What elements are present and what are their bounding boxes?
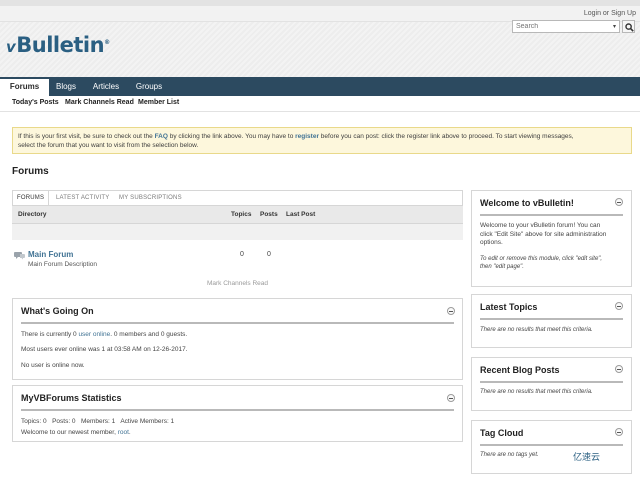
member-list-link[interactable]: Member List [138, 99, 179, 106]
collapse-icon[interactable] [615, 302, 623, 310]
tab-articles[interactable]: Articles [85, 77, 127, 96]
mark-channels-read-button[interactable]: Mark Channels Read [12, 280, 463, 287]
notice-line-2: select the forum that you want to visit … [18, 142, 199, 149]
tab-groups[interactable]: Groups [129, 77, 169, 96]
forum-topics-count: 0 [240, 251, 244, 258]
search-button[interactable] [622, 20, 635, 33]
empty-results-text: There are no results that meet this crit… [480, 389, 593, 395]
block-title: What's Going On [21, 306, 94, 316]
register-link[interactable]: register [295, 133, 319, 140]
notice-line-1: If this is your first visit, be sure to … [18, 133, 574, 140]
tab-my-subscriptions[interactable]: MY SUBSCRIPTIONS [119, 191, 182, 205]
block-title: Latest Topics [480, 302, 538, 312]
forum-description: Main Forum Description [28, 261, 97, 268]
welcome-edit-note: To edit or remove this module, click "ed… [480, 256, 603, 270]
recent-blog-posts-block: Recent Blog Posts There are no results t… [471, 357, 632, 411]
block-title: Welcome to vBulletin! [480, 198, 574, 208]
no-user-online-text: No user is online now. [21, 362, 85, 369]
column-posts: Posts [260, 211, 278, 218]
first-visit-notice: If this is your first visit, be sure to … [12, 127, 632, 154]
divider [480, 214, 623, 216]
forum-tabs: FORUMS LATEST ACTIVITY MY SUBSCRIPTIONS [12, 190, 463, 206]
no-tags-text: There are no tags yet. [480, 452, 539, 458]
speech-bubbles-icon [14, 252, 25, 260]
column-last-post: Last Post [286, 211, 316, 218]
newest-member-link[interactable]: root [118, 429, 129, 436]
divider [480, 444, 623, 446]
block-title: Recent Blog Posts [480, 365, 560, 375]
online-count-text: There is currently 0 user online. 0 memb… [21, 331, 188, 338]
stats-counts: Topics: 0 Posts: 0 Members: 1 Active Mem… [21, 418, 175, 425]
faq-link[interactable]: FAQ [155, 133, 168, 140]
record-online-text: Most users ever online was 1 at 03:58 AM… [21, 346, 188, 353]
tag-cloud-block: Tag Cloud There are no tags yet. [471, 420, 632, 474]
forum-posts-count: 0 [267, 251, 271, 258]
empty-results-text: There are no results that meet this crit… [480, 327, 593, 333]
main-nav: Forums Blogs Articles Groups [0, 77, 640, 96]
divider [21, 409, 454, 411]
tab-forums[interactable]: Forums [0, 79, 49, 96]
divider [21, 322, 454, 324]
chevron-down-icon[interactable]: ▾ [613, 23, 616, 30]
forum-directory: FORUMS LATEST ACTIVITY MY SUBSCRIPTIONS … [12, 190, 463, 293]
collapse-icon[interactable] [447, 394, 455, 402]
whats-going-on-block: What's Going On There is currently 0 use… [12, 298, 463, 380]
user-online-link[interactable]: user online [78, 331, 110, 338]
login-signup-link[interactable]: Login or Sign Up [584, 10, 636, 17]
tab-forums-list[interactable]: FORUMS [13, 191, 50, 205]
welcome-block: Welcome to vBulletin! Welcome to your vB… [471, 190, 632, 287]
block-title: MyVBForums Statistics [21, 393, 122, 403]
statistics-block: MyVBForums Statistics Topics: 0 Posts: 0… [12, 385, 463, 442]
mark-channels-read-link[interactable]: Mark Channels Read [65, 99, 134, 106]
sub-nav: Today's Posts Mark Channels Read Member … [0, 96, 640, 112]
forum-link-main[interactable]: Main Forum [28, 250, 73, 259]
table-header: Directory Topics Posts Last Post [12, 206, 463, 224]
column-topics: Topics [231, 211, 252, 218]
search-box: ▾ [512, 20, 620, 33]
welcome-text: Welcome to your vBulletin forum! You can… [480, 222, 607, 246]
todays-posts-link[interactable]: Today's Posts [12, 99, 59, 106]
column-directory: Directory [18, 211, 47, 218]
table-row: Main Forum Main Forum Description 0 0 [12, 248, 463, 272]
latest-topics-block: Latest Topics There are no results that … [471, 294, 632, 348]
divider [480, 318, 623, 320]
collapse-icon[interactable] [615, 365, 623, 373]
tab-latest-activity[interactable]: LATEST ACTIVITY [56, 191, 109, 205]
divider [480, 381, 623, 383]
newest-member-text: Welcome to our newest member, root. [21, 429, 131, 436]
collapse-icon[interactable] [447, 307, 455, 315]
channel-band [12, 224, 463, 240]
vbulletin-logo[interactable]: vBulletin® [6, 33, 110, 57]
tab-blogs[interactable]: Blogs [49, 77, 83, 96]
collapse-icon[interactable] [615, 428, 623, 436]
page-title: Forums [12, 166, 49, 177]
search-input[interactable] [513, 21, 605, 32]
collapse-icon[interactable] [615, 198, 623, 206]
block-title: Tag Cloud [480, 428, 524, 438]
search-icon [625, 23, 634, 32]
watermark-logo: 亿速云 [573, 453, 601, 463]
